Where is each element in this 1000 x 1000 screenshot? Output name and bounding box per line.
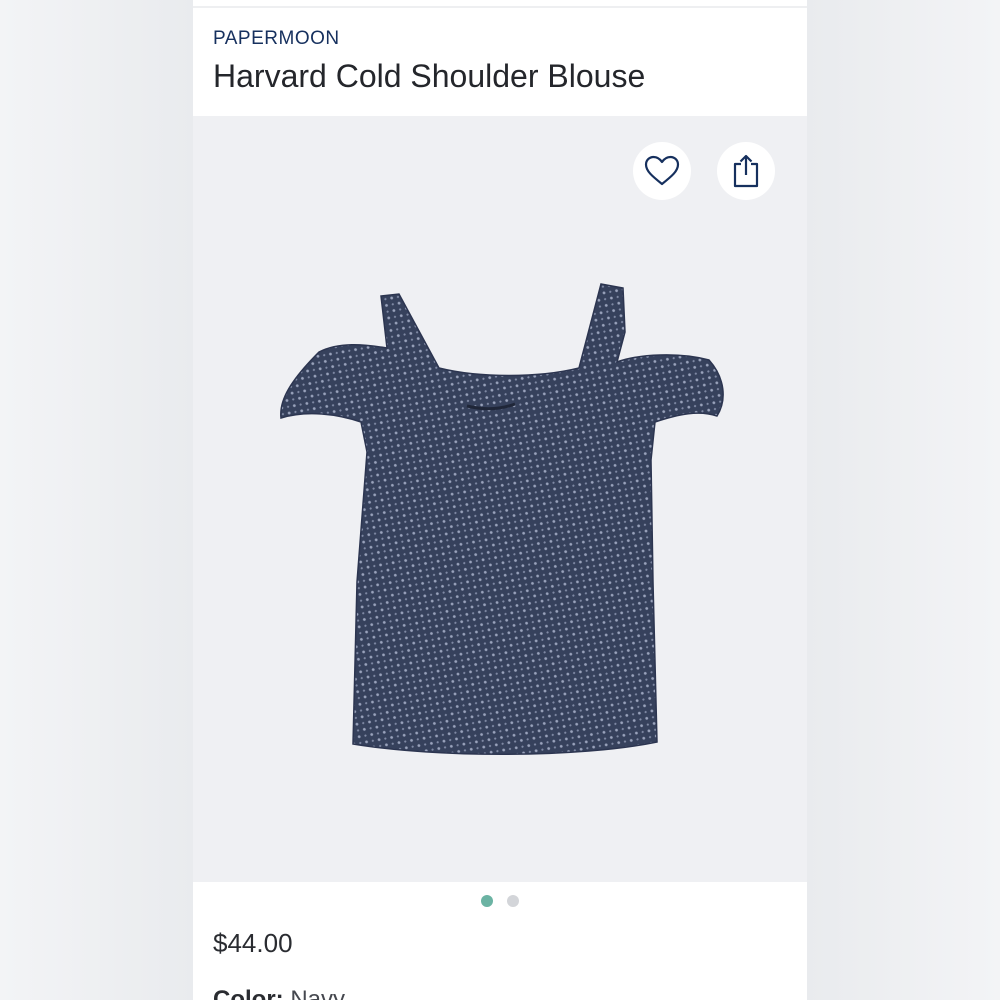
carousel-indicator (193, 893, 807, 909)
color-label: Color: (213, 986, 284, 1000)
divider (193, 6, 807, 8)
background-right (807, 0, 1000, 1000)
heart-icon (644, 155, 680, 186)
favorite-button[interactable] (633, 142, 691, 200)
product-price: $44.00 (213, 928, 293, 958)
color-value: Navy (290, 986, 346, 1000)
carousel-dot-active[interactable] (481, 895, 493, 907)
carousel-dot[interactable] (507, 895, 519, 907)
share-button[interactable] (717, 142, 775, 200)
product-title: Harvard Cold Shoulder Blouse (213, 58, 646, 94)
color-selection: Color: Navy (213, 986, 345, 1000)
brand-name[interactable]: PAPERMOON (213, 28, 340, 50)
product-photo (280, 283, 724, 755)
background-left (0, 0, 193, 1000)
product-screen: PAPERMOON Harvard Cold Shoulder Blouse $… (193, 0, 807, 1000)
share-icon (733, 154, 759, 188)
product-image-carousel[interactable] (193, 116, 807, 882)
